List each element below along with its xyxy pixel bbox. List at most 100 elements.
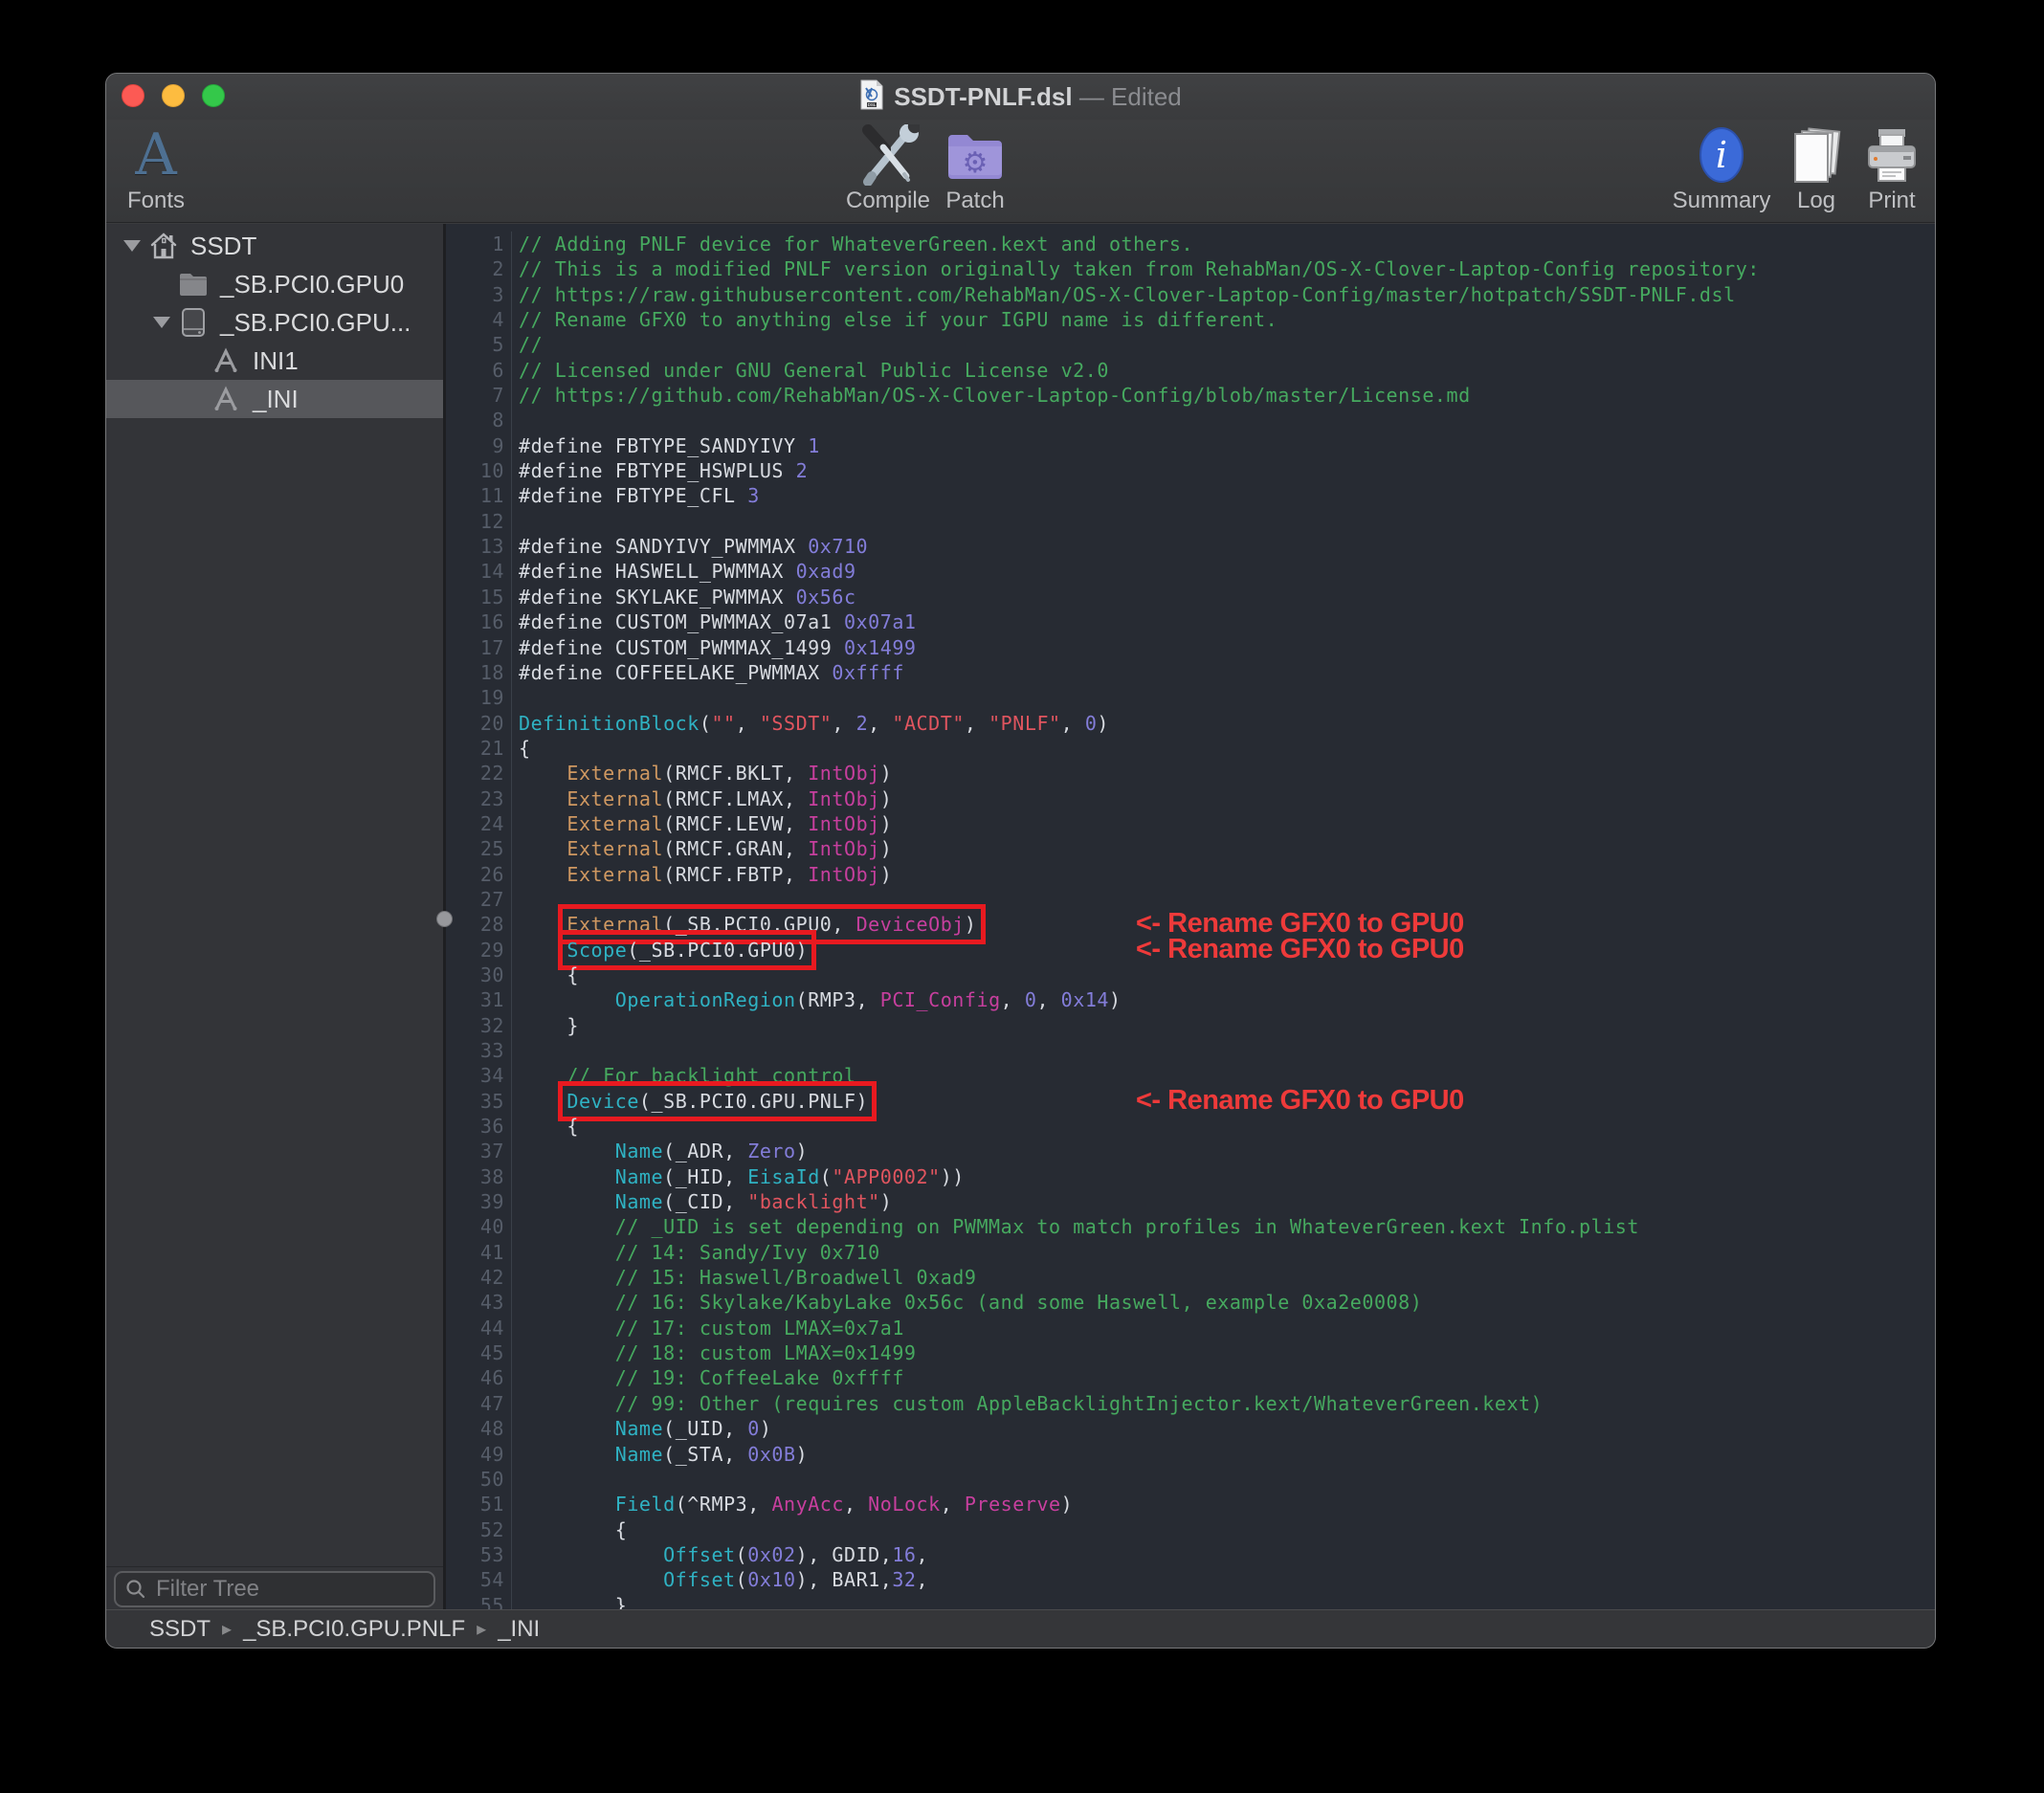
- code-line: 38 Name(_HID, EisaId("APP0002")): [446, 1163, 1935, 1190]
- code-text: Name(_HID, EisaId("APP0002")): [511, 1163, 965, 1190]
- line-number: 10: [479, 459, 504, 483]
- sidebar-item-label: INI1: [253, 345, 299, 375]
- line-number: 40: [479, 1215, 504, 1239]
- code-text: External(RMCF.GRAN, IntObj): [511, 836, 892, 862]
- split-divider-handle[interactable]: [436, 911, 453, 927]
- line-number: 13: [479, 535, 504, 559]
- code-text: External(_SB.PCI0.GPU0, DeviceObj): [511, 904, 986, 945]
- folder-icon: [176, 271, 211, 298]
- code-line: 51 Field(^RMP3, AnyAcc, NoLock, Preserve…: [446, 1492, 1935, 1517]
- method-icon: [209, 385, 243, 413]
- breadcrumb-item[interactable]: _SB.PCI0.GPU.PNLF: [243, 1616, 465, 1643]
- filter-tree-box[interactable]: [114, 1571, 435, 1607]
- print-button[interactable]: Print: [1820, 123, 1935, 213]
- line-number: 26: [479, 862, 504, 886]
- code-text: External(RMCF.BKLT, IntObj): [511, 761, 892, 786]
- patch-button[interactable]: ⚙ Patch: [903, 123, 1047, 213]
- code-text: [511, 1466, 519, 1493]
- code-text: // 18: custom LMAX=0x1499: [511, 1340, 917, 1366]
- code-line: 29 Scope(_SB.PCI0.GPU0) <- Rename GFX0 to…: [446, 929, 1935, 970]
- summary-info-icon: i: [1700, 123, 1744, 187]
- breadcrumb-item[interactable]: SSDT: [149, 1616, 211, 1643]
- content-area: SSDT _SB.PCI0.GPU0 _SB.PCI0.GPU... INI1 _INI…: [106, 224, 1935, 1611]
- rename-annotation: <- Rename GFX0 to GPU0: [1136, 933, 1464, 964]
- sidebar-item-label: SSDT: [190, 231, 257, 260]
- line-number: 11: [479, 484, 504, 508]
- code-text: {: [511, 1516, 627, 1542]
- code-line: 8: [446, 408, 1935, 433]
- svg-text:⚙: ⚙: [963, 146, 989, 180]
- code-lines: 1 // Adding PNLF device for WhateverGreen…: [446, 232, 1935, 1611]
- code-text: External(RMCF.LMAX, IntObj): [511, 786, 892, 811]
- code-text: {: [511, 735, 531, 762]
- breadcrumb-separator-icon: ▸: [477, 1619, 487, 1640]
- disclosure-triangle-icon[interactable]: [118, 240, 146, 252]
- code-text: #define COFFEELAKE_PWMMAX 0xffff: [511, 659, 904, 686]
- line-number: 48: [479, 1417, 504, 1441]
- code-line: 48 Name(_UID, 0): [446, 1416, 1935, 1442]
- code-text: // 99: Other (requires custom AppleBackl…: [511, 1390, 1543, 1417]
- fonts-icon: A: [135, 122, 177, 188]
- disclosure-triangle-icon[interactable]: [147, 317, 176, 328]
- code-text: // 14: Sandy/Ivy 0x710: [511, 1239, 880, 1266]
- code-line: 9 #define FBTYPE_SANDYIVY 1: [446, 432, 1935, 459]
- maciasl-window: DSL SSDT-PNLF.dsl — Edited A Fonts Compi…: [105, 73, 1936, 1649]
- code-text: #define FBTYPE_SANDYIVY 1: [511, 432, 820, 459]
- house-icon: [146, 231, 181, 261]
- sidebar-item-sb-pci0-gpu[interactable]: _SB.PCI0.GPU...: [106, 303, 443, 342]
- code-line: 20 DefinitionBlock("", "SSDT", 2, "ACDT",…: [446, 710, 1935, 736]
- code-line: 52 {: [446, 1516, 1935, 1542]
- line-number: 37: [479, 1140, 504, 1163]
- code-line: 30 {: [446, 962, 1935, 988]
- toolbar: A Fonts Compile ⚙ Patch i Summary Log Pr…: [106, 120, 1935, 223]
- line-number: 17: [479, 635, 504, 659]
- code-text: }: [511, 1012, 579, 1038]
- line-number: 6: [492, 358, 504, 382]
- code-line: 39 Name(_CID, "backlight"): [446, 1189, 1935, 1215]
- sidebar-item-ini1[interactable]: INI1: [106, 342, 443, 380]
- code-text: [511, 408, 519, 433]
- code-line: 44 // 17: custom LMAX=0x7a1: [446, 1315, 1935, 1341]
- breadcrumb-separator-icon: ▸: [222, 1619, 233, 1640]
- code-line: 3 // https://raw.githubusercontent.com/Re…: [446, 281, 1935, 308]
- red-annotation-box: External(_SB.PCI0.GPU0, DeviceObj): [558, 904, 986, 945]
- code-text: #define SANDYIVY_PWMMAX 0x710: [511, 534, 868, 560]
- code-text: Device(_SB.PCI0.GPU.PNLF): [511, 1080, 878, 1121]
- fonts-label: Fonts: [126, 188, 186, 213]
- code-line: 47 // 99: Other (requires custom AppleBa…: [446, 1390, 1935, 1417]
- rename-annotation: <- Rename GFX0 to GPU0: [1136, 1084, 1464, 1116]
- line-number: 32: [479, 1013, 504, 1037]
- code-line: 25 External(RMCF.GRAN, IntObj): [446, 836, 1935, 862]
- fonts-button[interactable]: A Fonts: [106, 122, 228, 213]
- patch-label: Patch: [945, 188, 1005, 213]
- code-text: #define FBTYPE_CFL 3: [511, 483, 760, 509]
- sidebar-item-ini[interactable]: _INI: [106, 380, 443, 418]
- code-text: External(RMCF.LEVW, IntObj): [511, 810, 892, 837]
- code-line: 36 {: [446, 1114, 1935, 1140]
- breadcrumb-item[interactable]: _INI: [498, 1616, 540, 1643]
- code-text: // Adding PNLF device for WhateverGreen.…: [511, 232, 1193, 257]
- line-number: 28: [479, 913, 504, 937]
- code-text: // Rename GFX0 to anything else if your …: [511, 307, 1278, 333]
- code-line: 37 Name(_ADR, Zero): [446, 1139, 1935, 1164]
- sidebar-item-label: _INI: [253, 384, 299, 413]
- red-annotation-box: Scope(_SB.PCI0.GPU0): [558, 929, 817, 970]
- code-line: 21 {: [446, 735, 1935, 762]
- code-text: // https://github.com/RehabMan/OS-X-Clov…: [511, 383, 1471, 409]
- line-number: 35: [479, 1089, 504, 1113]
- sidebar-item-ssdt[interactable]: SSDT: [106, 227, 443, 265]
- line-number: 24: [479, 811, 504, 835]
- line-number: 21: [479, 736, 504, 760]
- code-text: // Licensed under GNU General Public Lic…: [511, 357, 1109, 384]
- edited-status: — Edited: [1072, 81, 1182, 111]
- code-text: {: [511, 1114, 579, 1140]
- filter-tree-input[interactable]: [154, 1575, 403, 1604]
- code-text: // https://raw.githubusercontent.com/Reh…: [511, 281, 1736, 308]
- code-text: #define SKYLAKE_PWMMAX 0x56c: [511, 584, 856, 610]
- sidebar-item-label: _SB.PCI0.GPU...: [220, 307, 411, 337]
- line-number: 36: [479, 1115, 504, 1139]
- sidebar-item-sb-pci0-gpu0[interactable]: _SB.PCI0.GPU0: [106, 265, 443, 303]
- code-line: 5 //: [446, 332, 1935, 358]
- code-editor[interactable]: 1 // Adding PNLF device for WhateverGreen…: [446, 224, 1935, 1611]
- code-text: Offset(0x02), GDID,16,: [511, 1541, 928, 1568]
